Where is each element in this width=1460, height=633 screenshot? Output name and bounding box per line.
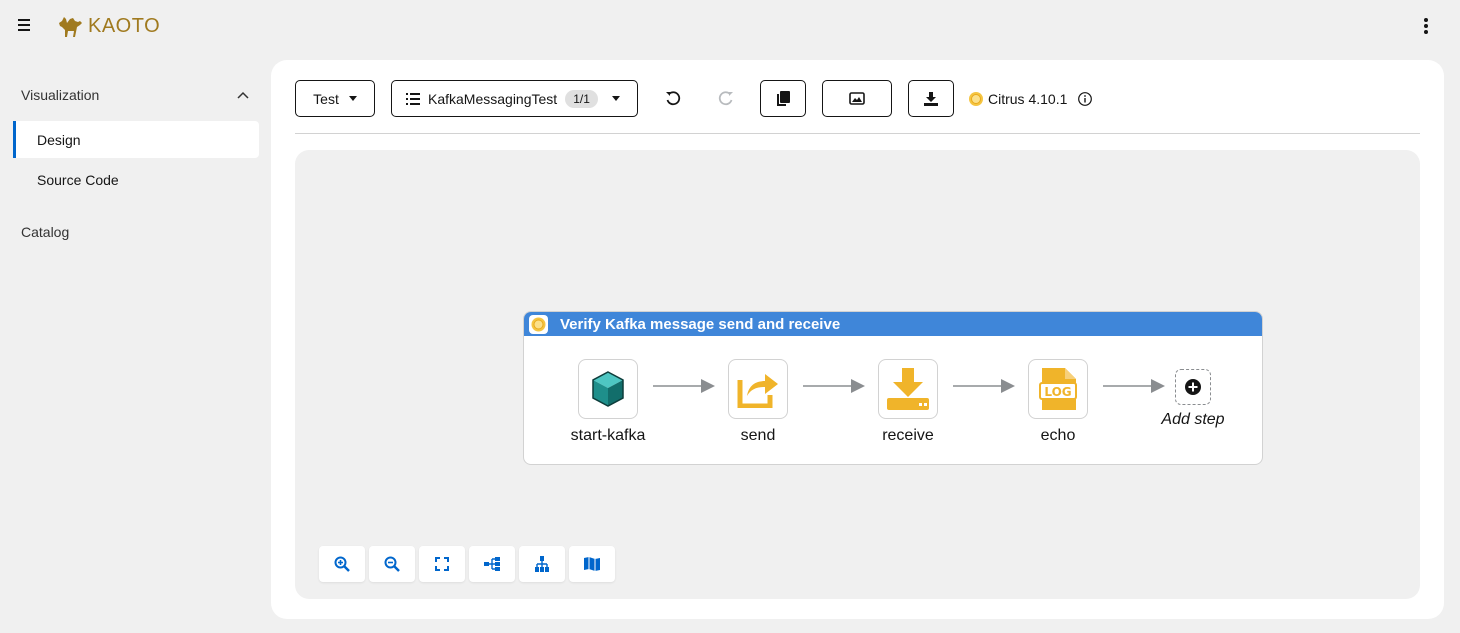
cube-icon <box>592 371 624 407</box>
step-icon-box: LOG <box>1028 359 1088 419</box>
horizontal-layout-button[interactable] <box>469 546 515 582</box>
plus-circle-icon <box>1185 379 1201 395</box>
canvas-controls <box>319 546 615 582</box>
caret-down-icon <box>348 96 357 101</box>
step-receive[interactable]: receive <box>853 359 963 445</box>
runtime-indicator[interactable]: Citrus 4.10.1 <box>968 88 1093 110</box>
fit-view-icon <box>435 557 449 571</box>
citrus-icon <box>969 92 983 106</box>
sidebar-item-label: Source Code <box>37 171 119 188</box>
step-icon-box <box>578 359 638 419</box>
zoom-out-button[interactable] <box>369 546 415 582</box>
sidebar-item-catalog[interactable]: Catalog <box>21 224 69 240</box>
kaoto-logo[interactable]: KAOTO <box>56 12 160 40</box>
info-icon[interactable] <box>1077 91 1093 107</box>
kebab-icon[interactable] <box>1416 16 1436 36</box>
brand-name: KAOTO <box>88 14 161 37</box>
route-title: Verify Kafka message send and receive <box>560 315 841 333</box>
type-select[interactable]: Test <box>295 80 375 117</box>
type-select-value: Test <box>313 90 339 107</box>
main-panel: Test KafkaMessagingTest 1/1 Citrus 4.10.… <box>271 60 1444 619</box>
undo-icon <box>666 90 681 105</box>
download-icon <box>924 91 938 106</box>
step-label: echo <box>1040 427 1076 444</box>
add-step-button[interactable]: Add step <box>1138 369 1248 429</box>
legend-button[interactable] <box>569 546 615 582</box>
zoom-in-button[interactable] <box>319 546 365 582</box>
flow-select-value: KafkaMessagingTest <box>428 90 558 107</box>
step-icon-box <box>728 359 788 419</box>
step-icon-box <box>878 359 938 419</box>
camel-icon <box>59 17 82 37</box>
horizontal-layout-icon <box>484 557 500 571</box>
citrus-icon <box>529 314 548 334</box>
flow-count-badge: 1/1 <box>565 89 598 108</box>
undo-button[interactable] <box>658 80 688 117</box>
masthead: KAOTO <box>0 0 1460 52</box>
add-step-label: Add step <box>1161 411 1225 428</box>
route-header: Verify Kafka message send and receive <box>524 312 1262 336</box>
download-icon <box>887 368 929 410</box>
step-label: start-kafka <box>570 427 646 444</box>
toolbar: Test KafkaMessagingTest 1/1 Citrus 4.10.… <box>295 80 1420 134</box>
step-send[interactable]: send <box>703 359 813 445</box>
caret-down-icon <box>611 96 620 101</box>
nav-section-label: Visualization <box>21 87 100 103</box>
redo-icon <box>718 90 733 105</box>
nav-section-visualization[interactable]: Visualization <box>21 86 251 104</box>
log-icon: LOG <box>1039 368 1077 410</box>
sidebar-item-design[interactable]: Design <box>13 121 259 158</box>
chevron-up-icon <box>237 91 249 99</box>
route-container[interactable]: Verify Kafka message send and receive st… <box>523 311 1263 465</box>
redo-button[interactable] <box>711 80 741 117</box>
step-label: receive <box>882 427 934 444</box>
list-icon <box>406 92 420 105</box>
sidebar-item-source-code[interactable]: Source Code <box>13 161 259 198</box>
vertical-layout-icon <box>535 556 549 572</box>
runtime-label: Citrus 4.10.1 <box>988 91 1068 107</box>
legend-icon <box>584 557 600 571</box>
image-export-icon <box>849 92 865 105</box>
share-icon <box>737 374 778 408</box>
step-label: send <box>740 427 776 444</box>
fit-view-button[interactable] <box>419 546 465 582</box>
zoom-in-icon <box>334 556 350 572</box>
step-start-kafka[interactable]: start-kafka <box>553 359 663 445</box>
export-image-button[interactable] <box>822 80 892 117</box>
step-echo[interactable]: LOG echo <box>1003 359 1113 445</box>
download-button[interactable] <box>908 80 954 117</box>
flow-select[interactable]: KafkaMessagingTest 1/1 <box>391 80 638 117</box>
vertical-layout-button[interactable] <box>519 546 565 582</box>
design-canvas[interactable]: Verify Kafka message send and receive st… <box>295 150 1420 599</box>
hamburger-icon[interactable] <box>14 14 34 36</box>
add-step-box <box>1175 369 1211 405</box>
zoom-out-icon <box>384 556 400 572</box>
copy-icon <box>777 90 790 106</box>
svg-text:LOG: LOG <box>1044 385 1071 399</box>
copy-button[interactable] <box>760 80 806 117</box>
sidebar-item-label: Design <box>37 131 81 148</box>
